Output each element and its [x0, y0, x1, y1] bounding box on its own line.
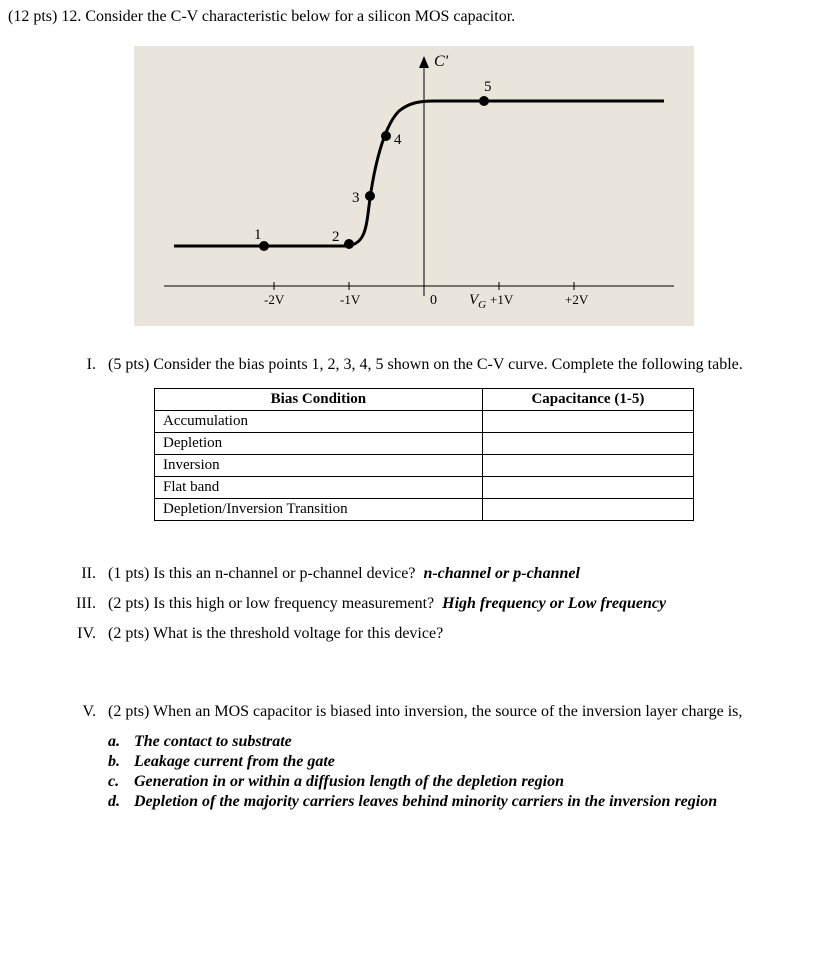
cell-accumulation-val	[482, 411, 693, 433]
part-V: V. (2 pts) When an MOS capacitor is bias…	[68, 703, 780, 721]
cell-depletion-val	[482, 433, 693, 455]
table-header-row: Bias Condition Capacitance (1-5)	[155, 389, 694, 411]
option-d-letter: d.	[108, 793, 130, 811]
part-II-pts: (1 pts)	[108, 565, 149, 582]
part-V-text: When an MOS capacitor is biased into inv…	[153, 703, 742, 720]
point-2	[344, 239, 354, 249]
point-1-label: 1	[254, 227, 262, 243]
option-b-text: Leakage current from the gate	[134, 753, 335, 770]
xtick-label-n2: -2V	[264, 292, 285, 307]
option-a: a. The contact to substrate	[108, 733, 820, 751]
option-a-text: The contact to substrate	[134, 733, 292, 750]
part-II-hint: n-channel or p-channel	[423, 565, 579, 582]
table-row: Inversion	[155, 455, 694, 477]
point-4	[381, 131, 391, 141]
cv-chart: C' -2V -1V 0 +1V +2V VG 1 2 3 4 5	[134, 46, 694, 326]
cell-inversion-val	[482, 455, 693, 477]
part-II-roman: II.	[68, 565, 96, 583]
part-V-roman: V.	[68, 703, 96, 721]
part-V-options: a. The contact to substrate b. Leakage c…	[108, 733, 820, 811]
cell-depletion: Depletion	[155, 433, 483, 455]
part-I-pts: (5 pts)	[108, 356, 149, 373]
bias-table: Bias Condition Capacitance (1-5) Accumul…	[154, 388, 694, 521]
part-V-content: (2 pts) When an MOS capacitor is biased …	[108, 703, 780, 721]
option-d: d. Depletion of the majority carriers le…	[108, 793, 820, 811]
chart-bg	[134, 46, 694, 326]
part-V-pts: (2 pts)	[108, 703, 149, 720]
part-IV-pts: (2 pts)	[108, 625, 149, 642]
xtick-label-n1: -1V	[340, 292, 361, 307]
part-I: I. (5 pts) Consider the bias points 1, 2…	[68, 356, 780, 521]
part-I-content: (5 pts) Consider the bias points 1, 2, 3…	[108, 356, 780, 374]
point-3-label: 3	[352, 190, 360, 206]
part-IV-content: (2 pts) What is the threshold voltage fo…	[108, 625, 780, 643]
cell-flatband-val	[482, 477, 693, 499]
point-2-label: 2	[332, 229, 340, 245]
question-text: Consider the C-V characteristic below fo…	[85, 8, 515, 25]
part-IV-roman: IV.	[68, 625, 96, 643]
part-I-roman: I.	[68, 356, 96, 374]
part-III-text: Is this high or low frequency measuremen…	[153, 595, 434, 612]
cell-inversion: Inversion	[155, 455, 483, 477]
cell-flatband: Flat band	[155, 477, 483, 499]
option-c-text: Generation in or within a diffusion leng…	[134, 773, 564, 790]
table-row: Accumulation	[155, 411, 694, 433]
xtick-label-p2: +2V	[565, 292, 589, 307]
question-header: (12 pts) 12. Consider the C-V characteri…	[8, 8, 820, 26]
table-row: Depletion	[155, 433, 694, 455]
table-row: Depletion/Inversion Transition	[155, 499, 694, 521]
option-d-text: Depletion of the majority carriers leave…	[134, 793, 717, 810]
th-bias: Bias Condition	[155, 389, 483, 411]
cell-accumulation: Accumulation	[155, 411, 483, 433]
xtick-label-0: 0	[430, 293, 437, 308]
part-IV: IV. (2 pts) What is the threshold voltag…	[68, 625, 780, 643]
cell-transition: Depletion/Inversion Transition	[155, 499, 483, 521]
option-b-letter: b.	[108, 753, 130, 771]
part-II: II. (1 pts) Is this an n-channel or p-ch…	[68, 565, 780, 583]
option-a-letter: a.	[108, 733, 130, 751]
part-I-text: Consider the bias points 1, 2, 3, 4, 5 s…	[153, 356, 742, 373]
part-III-hint: High frequency or Low frequency	[442, 595, 666, 612]
part-III-pts: (2 pts)	[108, 595, 149, 612]
option-b: b. Leakage current from the gate	[108, 753, 820, 771]
part-III-content: (2 pts) Is this high or low frequency me…	[108, 595, 780, 613]
part-IV-text: What is the threshold voltage for this d…	[153, 625, 443, 642]
part-II-text: Is this an n-channel or p-channel device…	[153, 565, 415, 582]
bias-table-container: Bias Condition Capacitance (1-5) Accumul…	[154, 388, 694, 521]
th-cap: Capacitance (1-5)	[482, 389, 693, 411]
point-5	[479, 96, 489, 106]
part-III: III. (2 pts) Is this high or low frequen…	[68, 595, 780, 613]
part-II-content: (1 pts) Is this an n-channel or p-channe…	[108, 565, 780, 583]
option-c: c. Generation in or within a diffusion l…	[108, 773, 820, 791]
question-points: (12 pts) 12.	[8, 8, 81, 25]
y-axis-label: C'	[434, 53, 449, 70]
cv-chart-svg: C' -2V -1V 0 +1V +2V VG 1 2 3 4 5	[134, 46, 694, 326]
point-3	[365, 191, 375, 201]
table-row: Flat band	[155, 477, 694, 499]
cell-transition-val	[482, 499, 693, 521]
option-c-letter: c.	[108, 773, 130, 791]
point-5-label: 5	[484, 79, 492, 95]
xtick-label-p1: +1V	[490, 292, 514, 307]
point-4-label: 4	[394, 132, 402, 148]
part-III-roman: III.	[68, 595, 96, 613]
